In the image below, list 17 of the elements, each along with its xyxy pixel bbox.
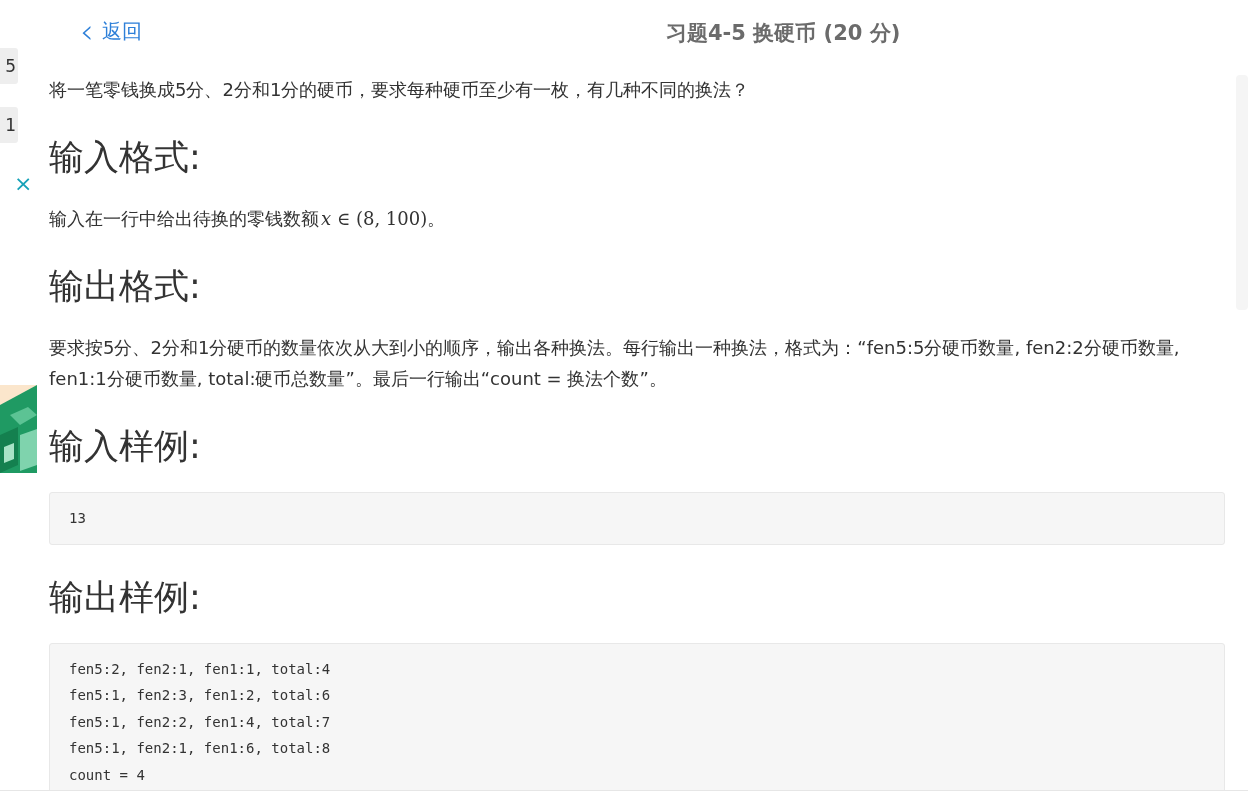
code-line: fen5:1, fen2:1, fen1:6, total:8 [69, 739, 332, 758]
section-heading: 输入样例: [49, 425, 202, 468]
code-line: fen5:1, fen2:2, fen1:4, total:7 [69, 712, 332, 732]
page-button[interactable]: 5 [0, 48, 18, 84]
section-text: 输入在一行中给出待换的零钱数额x ∈ (8, 100)。 [49, 207, 447, 231]
page-title: 习题4-5 换硬币 (20 分) [666, 20, 901, 47]
code-line: fen5:2, fen2:1, fen1:1, total:4 [69, 659, 332, 679]
section-text: 要求按5分、2分和1分硬币的数量依次从大到小的顺序，输出各种换法。每行输出一种换法，格式为：“fen5:5分硬币数量, fen2:2分硬币数量, fen1:1分硬币数量, total:硬币总数量”。最后一行输出“count = 换法个数”。 [49, 336, 1181, 391]
code-line: count = 4 [69, 765, 146, 785]
section-heading: 输入格式: [49, 136, 202, 179]
back-link[interactable]: ‹ 返回 [80, 17, 142, 45]
code-line: fen5:1, fen2:3, fen1:2, total:6 [69, 686, 332, 705]
section-heading: 输出格式: [49, 265, 202, 308]
page-button[interactable]: 1 [0, 107, 18, 143]
problem-description: 将一笔零钱换成5分、2分和1分的硬币，要求每种硬币至少有一枚，有几种不同的换法？ [49, 78, 751, 102]
section-heading: 输出样例: [49, 575, 202, 619]
code-line: 13 [69, 509, 87, 528]
